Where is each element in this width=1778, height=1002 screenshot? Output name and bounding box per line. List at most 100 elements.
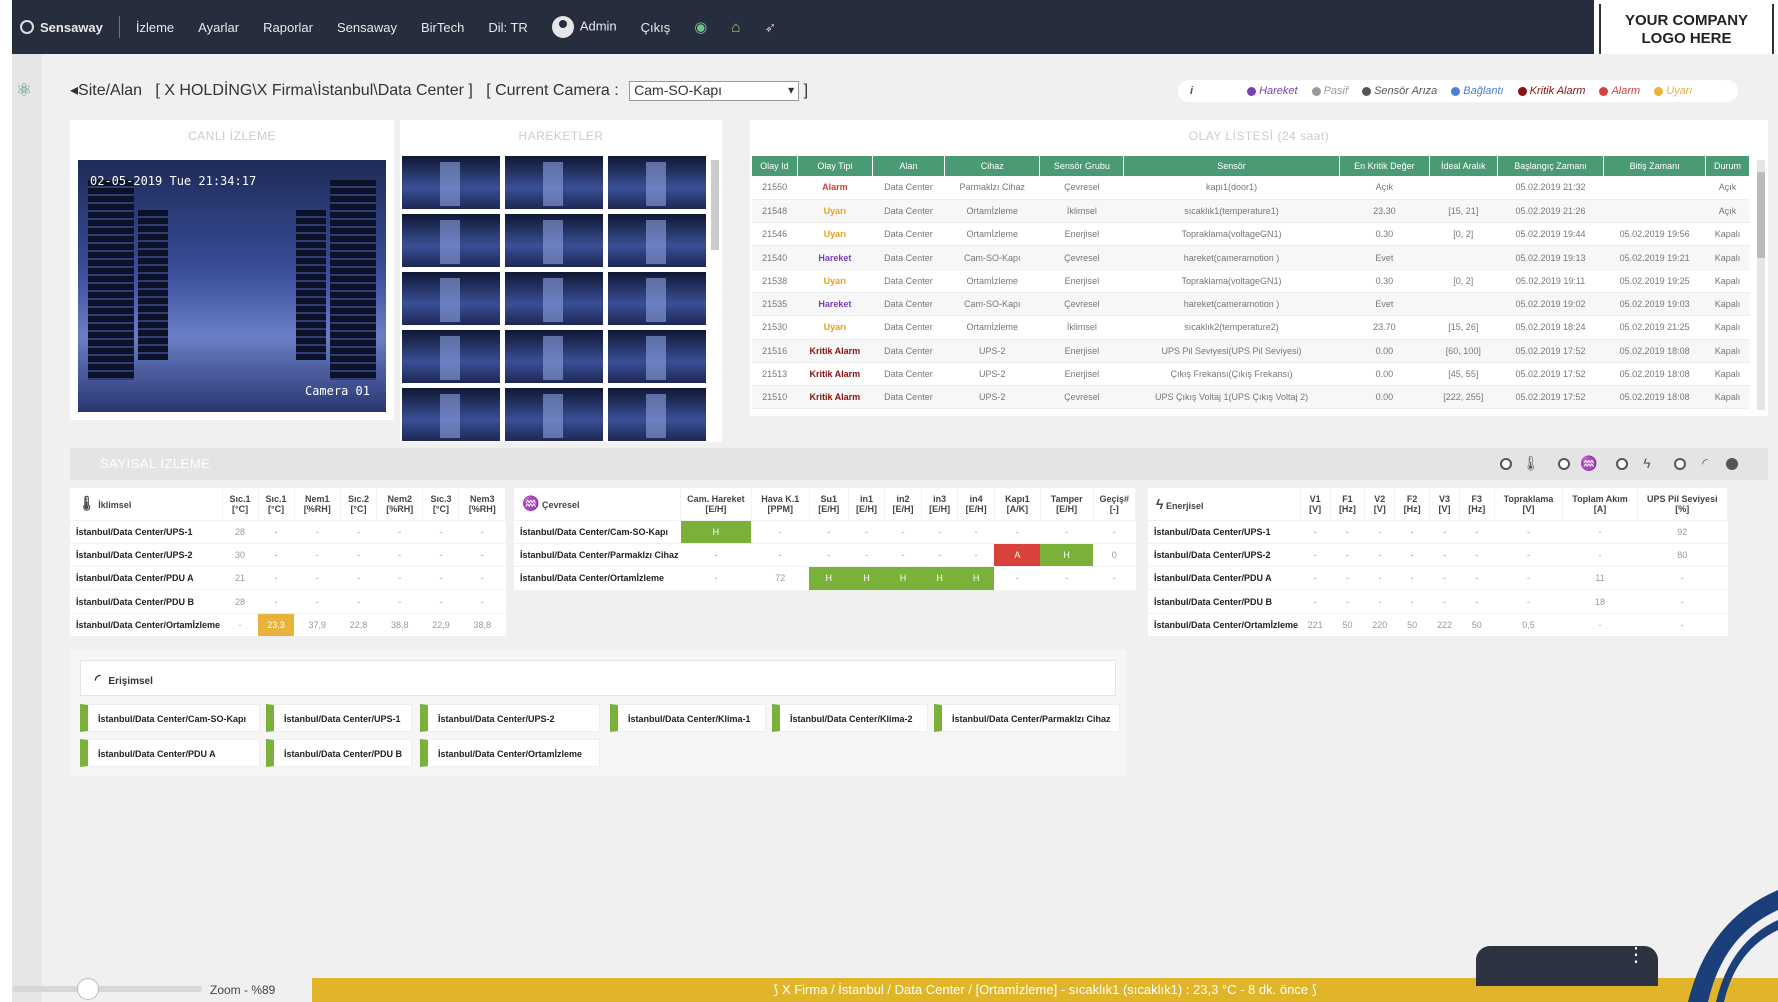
access-item[interactable]: İstanbul/Data Center/PDU A: [80, 739, 260, 767]
energy-row-name[interactable]: İstanbul/Data Center/Ortamİzleme: [1148, 612, 1301, 637]
environment-filter-radio[interactable]: [1558, 458, 1570, 470]
table-row[interactable]: İstanbul/Data Center/Ortamİzleme -23,3 37,…: [70, 612, 506, 637]
movement-thumbnail[interactable]: [608, 272, 706, 325]
movement-thumbnail[interactable]: [505, 330, 603, 383]
table-row[interactable]: İstanbul/Data Center/PDU B - - - - - - -18-: [1148, 589, 1728, 614]
event-column-header[interactable]: Olay Id: [752, 156, 798, 176]
movement-thumbnail[interactable]: [402, 388, 500, 441]
event-column-header[interactable]: Bitiş Zamanı: [1603, 156, 1706, 176]
record-icon[interactable]: ◉: [682, 18, 719, 36]
table-row[interactable]: 21540 Hareket Data Center Cam-SO-Kapı Çevres…: [752, 245, 1750, 270]
zoom-slider-track[interactable]: [12, 986, 202, 992]
table-row[interactable]: İstanbul/Data Center/UPS-2- - - - - - - -80: [1148, 542, 1728, 567]
all-filter-radio[interactable]: [1726, 458, 1738, 470]
table-row[interactable]: İstanbul/Data Center/UPS-2 30- - - - - -: [70, 542, 506, 567]
event-column-header[interactable]: İdeal Aralık: [1429, 156, 1498, 176]
movements-scrollbar[interactable]: [711, 160, 719, 250]
table-row[interactable]: İstanbul/Data Center/UPS-1 28- - - - - -: [70, 519, 506, 544]
movement-thumbnail[interactable]: [505, 156, 603, 209]
access-item[interactable]: İstanbul/Data Center/PDU B: [266, 739, 412, 767]
nav-item-birtech[interactable]: BirTech: [409, 20, 476, 35]
nav-item-izleme[interactable]: İzleme: [124, 20, 186, 35]
event-column-header[interactable]: Cihaz: [944, 156, 1041, 176]
climate-row-name[interactable]: İstanbul/Data Center/PDU B: [70, 589, 223, 614]
movement-thumbnail[interactable]: [608, 156, 706, 209]
energy-row-name[interactable]: İstanbul/Data Center/PDU B: [1148, 589, 1301, 614]
table-row[interactable]: İstanbul/Data Center/Cam-SO-Kapı H - - - - - - -…: [514, 519, 1136, 544]
climate-row-name[interactable]: İstanbul/Data Center/UPS-1: [70, 519, 223, 544]
table-row[interactable]: 21516 Kritik Alarm Data Center UPS-2 Enerjis…: [752, 339, 1750, 363]
environment-row-name[interactable]: İstanbul/Data Center/Ortamİzleme: [514, 566, 681, 590]
back-arrow-icon[interactable]: ◂: [70, 82, 78, 99]
table-row[interactable]: 21530 Uyarı Data Center Ortamİzleme İklimsel…: [752, 315, 1750, 340]
movement-thumbnail[interactable]: [402, 272, 500, 325]
access-item[interactable]: İstanbul/Data Center/Klima-2: [772, 704, 928, 732]
kebab-menu-icon[interactable]: ⋮: [1626, 945, 1646, 965]
rocket-icon[interactable]: ➶: [752, 19, 788, 36]
access-item[interactable]: İstanbul/Data Center/Klima-1: [610, 704, 766, 732]
circle-menu-icon[interactable]: [20, 20, 34, 34]
movement-thumbnail[interactable]: [608, 214, 706, 267]
event-column-header[interactable]: Alan: [872, 156, 946, 176]
access-item[interactable]: İstanbul/Data Center/UPS-1: [266, 704, 412, 732]
event-column-header[interactable]: En Kritik Değer: [1339, 156, 1430, 176]
climate-row-name[interactable]: İstanbul/Data Center/UPS-2: [70, 542, 223, 567]
movement-thumbnail[interactable]: [505, 272, 603, 325]
movement-thumbnail[interactable]: [505, 214, 603, 267]
nav-item-sensaway[interactable]: Sensaway: [325, 20, 409, 35]
breadcrumb-back[interactable]: Site/Alan: [78, 82, 142, 99]
energy-row-name[interactable]: İstanbul/Data Center/UPS-1: [1148, 519, 1301, 544]
table-row[interactable]: 21550 Alarm Data Center Parmaklzı Cihaz Çevr…: [752, 176, 1750, 200]
movement-thumbnail[interactable]: [608, 330, 706, 383]
nav-item-ayarlar[interactable]: Ayarlar: [186, 20, 251, 35]
table-row[interactable]: 21535 Hareket Data Center Cam-SO-Kapı Çevres…: [752, 292, 1750, 317]
climate-filter-radio[interactable]: [1500, 458, 1512, 470]
movement-thumbnail[interactable]: [402, 330, 500, 383]
nav-brand[interactable]: Sensaway: [34, 20, 115, 35]
table-row[interactable]: İstanbul/Data Center/UPS-1- - - - - - - -92: [1148, 519, 1728, 544]
access-item[interactable]: İstanbul/Data Center/Ortamİzleme: [420, 739, 600, 767]
user-menu[interactable]: Admin: [540, 16, 629, 38]
table-row[interactable]: İstanbul/Data Center/PDU B 28- - - - - -: [70, 589, 506, 614]
event-scrollbar-thumb[interactable]: [1757, 172, 1765, 258]
movement-thumbnail[interactable]: [402, 156, 500, 209]
table-row[interactable]: 21546 Uyarı Data Center Ortamİzleme Enerjise…: [752, 222, 1750, 247]
environment-row-name[interactable]: İstanbul/Data Center/Parmaklzı Cihaz: [514, 542, 681, 567]
table-row[interactable]: İstanbul/Data Center/PDU A 21- - - - - -: [70, 566, 506, 590]
table-row[interactable]: İstanbul/Data Center/Ortamİzleme -72 H H H H H…: [514, 566, 1136, 590]
info-icon[interactable]: i: [1190, 85, 1193, 97]
movement-thumbnail[interactable]: [608, 388, 706, 441]
event-column-header[interactable]: Sensör: [1123, 156, 1340, 176]
table-row[interactable]: 21538 Uyarı Data Center Ortamİzleme Enerjise…: [752, 269, 1750, 293]
table-row[interactable]: 21510 Kritik Alarm Data Center UPS-2 Çevrese…: [752, 385, 1750, 410]
movement-thumbnail[interactable]: [402, 214, 500, 267]
camera-feed[interactable]: 02-05-2019 Tue 21:34:17 Camera 01: [78, 160, 386, 412]
event-column-header[interactable]: Durum: [1705, 156, 1751, 176]
energy-row-name[interactable]: İstanbul/Data Center/PDU A: [1148, 566, 1301, 590]
camera-select[interactable]: Cam-SO-Kapı: [629, 80, 800, 101]
event-column-header[interactable]: Olay Tipi: [797, 156, 873, 176]
home-icon[interactable]: ⌂: [719, 19, 752, 36]
access-item[interactable]: İstanbul/Data Center/UPS-2: [420, 704, 600, 732]
nav-item-language[interactable]: Dil: TR: [476, 20, 539, 35]
table-row[interactable]: İstanbul/Data Center/Ortamİzleme 221 50 220…: [1148, 612, 1728, 637]
event-column-header[interactable]: Başlangıç Zamanı: [1497, 156, 1605, 176]
movement-thumbnail[interactable]: [505, 388, 603, 441]
table-row[interactable]: İstanbul/Data Center/Parmaklzı Cihaz - - - -…: [514, 542, 1136, 567]
nav-item-raporlar[interactable]: Raporlar: [251, 20, 325, 35]
access-item[interactable]: İstanbul/Data Center/Cam-SO-Kapı: [80, 704, 260, 732]
table-row[interactable]: 21548 Uyarı Data Center Ortamİzleme İklimsel…: [752, 199, 1750, 224]
table-row[interactable]: İstanbul/Data Center/PDU A - - - - - - -11-: [1148, 566, 1728, 590]
table-row[interactable]: 21513 Kritik Alarm Data Center UPS-2 Enerjis…: [752, 362, 1750, 387]
zoom-slider-knob[interactable]: [77, 978, 99, 1000]
access-filter-radio[interactable]: [1674, 458, 1686, 470]
environment-row-name[interactable]: İstanbul/Data Center/Cam-SO-Kapı: [514, 519, 681, 544]
climate-row-name[interactable]: İstanbul/Data Center/Ortamİzleme: [70, 612, 223, 637]
energy-filter-radio[interactable]: [1616, 458, 1628, 470]
event-column-header[interactable]: Sensör Grubu: [1039, 156, 1125, 176]
site-tree-icon[interactable]: ⚛: [16, 80, 32, 101]
energy-row-name[interactable]: İstanbul/Data Center/UPS-2: [1148, 542, 1301, 567]
climate-row-name[interactable]: İstanbul/Data Center/PDU A: [70, 566, 223, 590]
logout-link[interactable]: Çıkış: [629, 20, 683, 35]
access-item[interactable]: İstanbul/Data Center/Parmaklzı Cihaz: [934, 704, 1120, 732]
